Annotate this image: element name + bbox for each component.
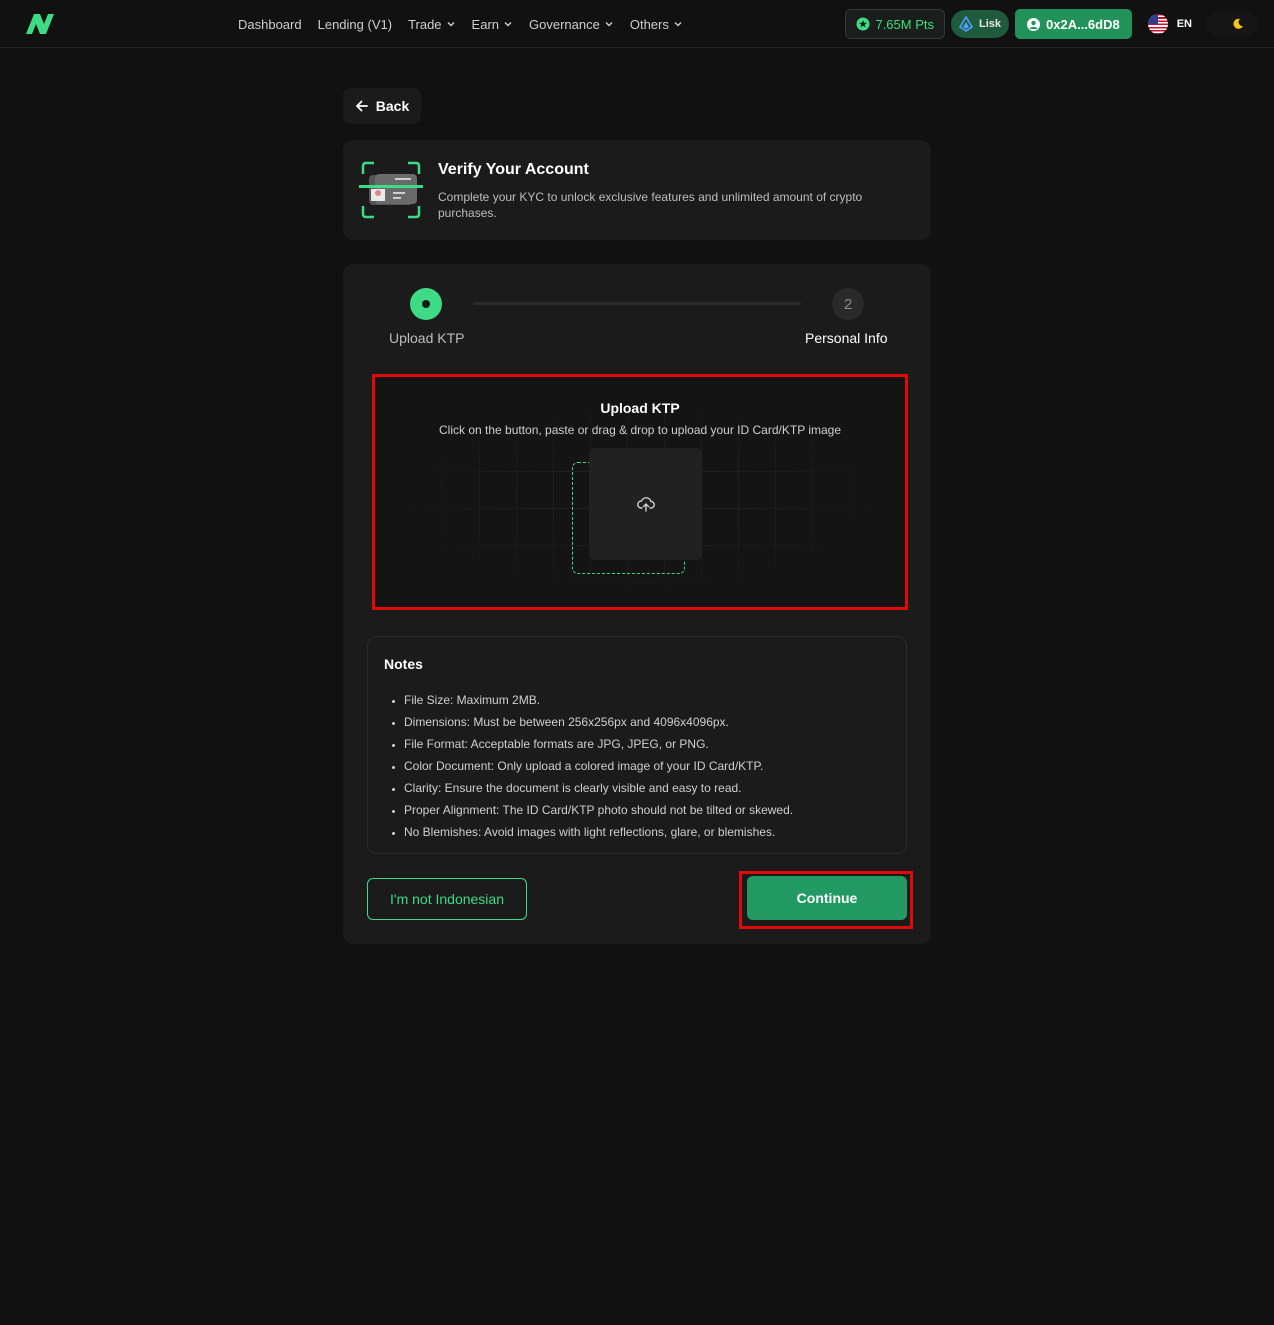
notes-panel: Notes File Size: Maximum 2MB. Dimensions… (367, 636, 907, 854)
nav-trade[interactable]: Trade (408, 17, 455, 32)
nav-lending-v1[interactable]: Lending (V1) (318, 17, 392, 32)
nav-earn[interactable]: Earn (472, 17, 513, 32)
list-item: File Format: Acceptable formats are JPG,… (404, 733, 894, 755)
step-label-personal-info: Personal Info (805, 330, 888, 346)
language-selector[interactable]: EN (1138, 9, 1200, 39)
moon-icon (1233, 18, 1243, 29)
continue-button[interactable]: Continue (747, 876, 907, 920)
theme-toggle[interactable] (1206, 12, 1258, 36)
top-navbar: Dashboard Lending (V1) Trade Earn Govern… (0, 0, 1274, 48)
verify-description: Complete your KYC to unlock exclusive fe… (438, 190, 863, 220)
notes-title: Notes (384, 656, 423, 672)
chevron-down-icon (674, 22, 682, 27)
notes-list: File Size: Maximum 2MB. Dimensions: Must… (404, 689, 894, 843)
step-indicator-2: 2 (832, 288, 864, 320)
verify-account-card: Verify Your Account Complete your KYC to… (343, 140, 931, 240)
chevron-down-icon (504, 22, 512, 27)
upload-dropzone[interactable]: Upload KTP Click on the button, paste or… (372, 374, 908, 610)
list-item: Clarity: Ensure the document is clearly … (404, 777, 894, 799)
upload-title: Upload KTP (600, 400, 680, 416)
chevron-down-icon (447, 22, 455, 27)
stepper-progress-line (473, 302, 801, 305)
points-badge[interactable]: 7.65M Pts (845, 9, 945, 39)
upload-subtitle: Click on the button, paste or drag & dro… (439, 423, 841, 437)
back-button[interactable]: Back (343, 88, 421, 124)
brand-logo-icon[interactable] (24, 12, 56, 36)
verify-title: Verify Your Account (438, 161, 589, 178)
list-item: Proper Alignment: The ID Card/KTP photo … (404, 799, 894, 821)
upload-button[interactable] (589, 448, 702, 560)
step-indicator-1 (410, 288, 442, 320)
nav-dashboard[interactable]: Dashboard (238, 17, 302, 32)
step-label-upload-ktp: Upload KTP (389, 330, 465, 346)
cloud-upload-icon (636, 497, 655, 512)
list-item: No Blemishes: Avoid images with light re… (404, 821, 894, 843)
not-indonesian-button[interactable]: I'm not Indonesian (367, 878, 527, 920)
us-flag-icon (1147, 14, 1168, 34)
network-selector[interactable]: Lisk (951, 10, 1010, 38)
id-card-scan-icon (359, 161, 423, 219)
continue-highlight: Continue (739, 871, 913, 929)
arrow-left-icon (355, 100, 368, 112)
lisk-logo-icon (959, 16, 973, 32)
user-circle-icon (1027, 17, 1041, 31)
list-item: Dimensions: Must be between 256x256px an… (404, 711, 894, 733)
list-item: Color Document: Only upload a colored im… (404, 755, 894, 777)
wallet-button[interactable]: 0x2A...6dD8 (1015, 9, 1132, 39)
star-badge-icon (856, 17, 870, 31)
chevron-down-icon (605, 22, 613, 27)
kyc-card: 2 Upload KTP Personal Info Upload KTP Cl… (343, 264, 931, 944)
list-item: File Size: Maximum 2MB. (404, 689, 894, 711)
nav-governance[interactable]: Governance (529, 17, 614, 32)
main-nav: Dashboard Lending (V1) Trade Earn Govern… (238, 0, 683, 48)
header-tools: 7.65M Pts Lisk 0x2A...6dD8 EN (845, 9, 1258, 39)
nav-others[interactable]: Others (630, 17, 683, 32)
